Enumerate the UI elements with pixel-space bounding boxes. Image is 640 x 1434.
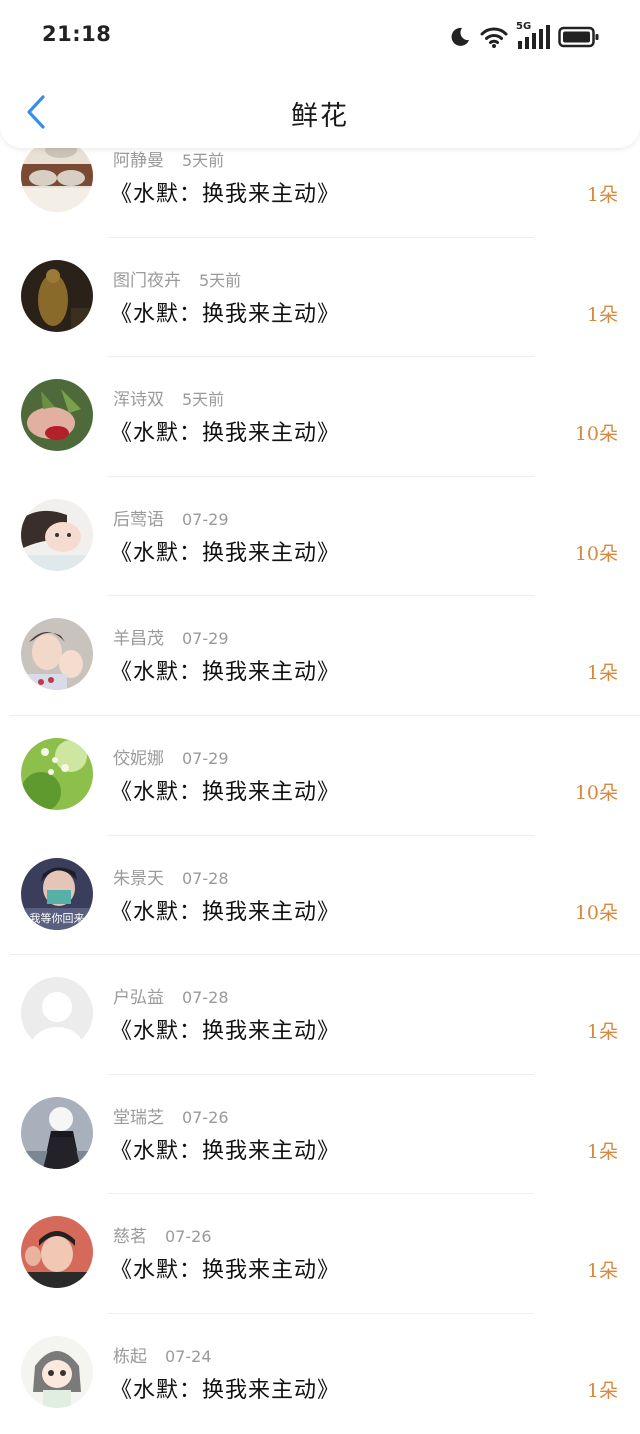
book-title[interactable]: 《水默：换我来主动》 [110,774,340,806]
sender-name[interactable]: 堂瑞芝 [113,1108,164,1128]
list-item[interactable]: 户弘益 07-28 《水默：换我来主动》 1朵 [0,955,640,1075]
avatar[interactable] [21,737,93,810]
book-title[interactable]: 《水默：换我来主动》 [110,654,340,686]
item-meta: 栋起 07-24 [113,1342,212,1367]
sender-name[interactable]: 阿静曼 [113,151,164,171]
list-item[interactable]: 栋起 07-24 《水默：换我来主动》 1朵 [0,1314,640,1434]
item-time: 5天前 [199,270,242,290]
item-meta: 户弘益 07-28 [113,983,229,1008]
item-time: 5天前 [182,151,225,170]
flower-count: 10朵 [574,542,618,565]
status-icons: 5G [448,21,600,52]
item-meta: 浑诗双 5天前 [113,385,224,410]
item-time: 07-26 [182,1107,229,1127]
sender-name[interactable]: 朱景天 [113,869,164,889]
book-title[interactable]: 《水默：换我来主动》 [110,176,340,208]
book-title[interactable]: 《水默：换我来主动》 [110,415,340,447]
page-title: 鲜花 [291,101,349,132]
avatar[interactable] [21,140,93,212]
moon-icon [448,25,472,49]
item-time: 07-28 [182,868,229,888]
book-title[interactable]: 《水默：换我来主动》 [110,1133,340,1165]
sender-name[interactable]: 佼妮娜 [113,749,164,769]
header: 21:18 5G 鲜花 [0,0,640,148]
flower-count: 1朵 [586,1379,618,1402]
flower-count: 1朵 [586,662,618,685]
flower-count: 10朵 [574,423,618,446]
book-title[interactable]: 《水默：换我来主动》 [110,296,340,328]
cellular-signal-icon: 5G [516,21,550,50]
flower-count: 1朵 [586,1021,618,1044]
avatar-caption: 我等你回来 [29,911,85,925]
list-item[interactable]: 图门夜卉 5天前 《水默：换我来主动》 1朵 [0,238,640,358]
item-meta: 羊昌茂 07-29 [113,624,229,649]
book-title[interactable]: 《水默：换我来主动》 [110,1013,340,1045]
flower-gift-list: 阿静曼 5天前 《水默：换我来主动》 1朵 图门夜卉 5天前 《水默：换我来主动》 … [0,118,640,1434]
avatar[interactable]: 我等你回来 [21,857,93,930]
avatar[interactable] [21,1096,93,1169]
sender-name[interactable]: 后莺语 [113,510,164,530]
item-meta: 慈茗 07-26 [113,1222,212,1247]
list-item[interactable]: 我等你回来 朱景天 07-28 《水默：换我来主动》 10朵 [0,836,640,956]
item-meta: 堂瑞芝 07-26 [113,1103,229,1128]
status-time: 21:18 [42,22,112,46]
book-title[interactable]: 《水默：换我来主动》 [110,535,340,567]
avatar[interactable] [21,498,93,571]
item-time: 07-26 [165,1227,212,1247]
item-time: 07-29 [182,629,229,649]
book-title[interactable]: 《水默：换我来主动》 [110,1252,340,1284]
avatar[interactable] [21,259,93,332]
item-time: 07-29 [182,748,229,768]
sender-name[interactable]: 羊昌茂 [113,629,164,649]
avatar[interactable] [21,618,93,691]
list-item[interactable]: 佼妮娜 07-29 《水默：换我来主动》 10朵 [0,716,640,836]
avatar[interactable] [21,977,93,1050]
avatar[interactable] [21,1335,93,1408]
list-item[interactable]: 后莺语 07-29 《水默：换我来主动》 10朵 [0,477,640,597]
flower-count: 10朵 [574,781,618,804]
item-time: 5天前 [182,390,225,410]
item-time: 07-24 [165,1346,212,1366]
sender-name[interactable]: 浑诗双 [113,390,164,410]
list-item[interactable]: 浑诗双 5天前 《水默：换我来主动》 10朵 [0,357,640,477]
flower-count: 1朵 [586,1140,618,1163]
status-bar: 21:18 5G [0,0,640,72]
sender-name[interactable]: 慈茗 [113,1227,147,1247]
battery-icon [558,25,600,49]
list-item[interactable]: 羊昌茂 07-29 《水默：换我来主动》 1朵 [0,596,640,716]
wifi-icon [480,25,508,49]
item-time: 07-28 [182,988,229,1008]
nav-bar: 鲜花 [0,78,640,148]
book-title[interactable]: 《水默：换我来主动》 [110,894,340,926]
sender-name[interactable]: 户弘益 [113,988,164,1008]
list-item[interactable]: 慈茗 07-26 《水默：换我来主动》 1朵 [0,1194,640,1314]
flower-count: 1朵 [586,1260,618,1283]
item-meta: 图门夜卉 5天前 [113,266,241,291]
item-meta: 后莺语 07-29 [113,505,229,530]
flower-count: 1朵 [586,303,618,326]
flower-count: 1朵 [586,184,618,206]
item-meta: 朱景天 07-28 [113,864,229,889]
item-meta: 佼妮娜 07-29 [113,744,229,769]
avatar[interactable] [21,1216,93,1289]
book-title[interactable]: 《水默：换我来主动》 [110,1372,340,1404]
flower-count: 10朵 [574,901,618,924]
avatar[interactable] [21,379,93,452]
item-meta: 阿静曼 5天前 [113,146,224,171]
list-item[interactable]: 堂瑞芝 07-26 《水默：换我来主动》 1朵 [0,1075,640,1195]
sender-name[interactable]: 图门夜卉 [113,271,181,291]
sender-name[interactable]: 栋起 [113,1347,147,1367]
item-time: 07-29 [182,509,229,529]
